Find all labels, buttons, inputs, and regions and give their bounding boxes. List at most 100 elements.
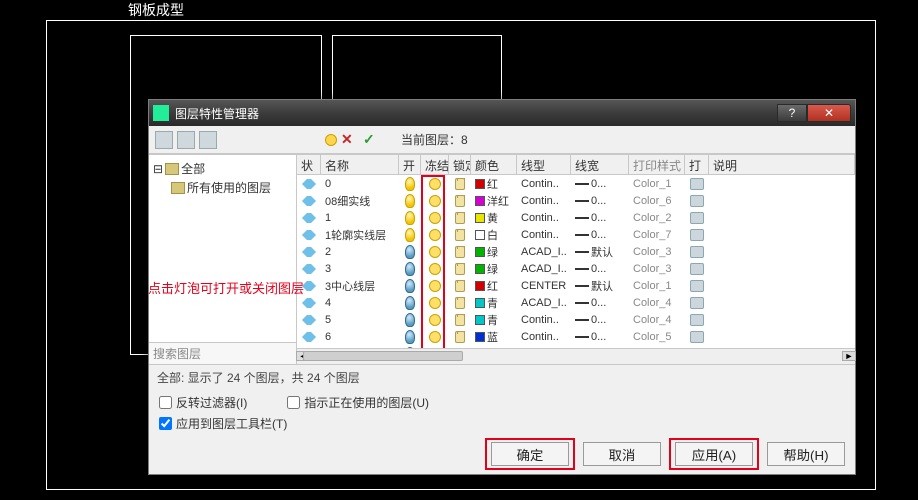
linetype[interactable]: ACAD_I.. (517, 297, 571, 309)
lineweight[interactable]: 0... (571, 314, 629, 326)
table-row[interactable]: 1黄Contin..0...Color_2 (297, 209, 855, 226)
linetype[interactable]: Contin.. (517, 331, 571, 343)
help-button[interactable]: 帮助(H) (767, 442, 845, 466)
col-lineweight[interactable]: 线宽 (571, 155, 629, 174)
titlebar[interactable]: 图层特性管理器 ? ✕ (149, 100, 855, 126)
lineweight[interactable]: 0... (571, 229, 629, 241)
filter-tree[interactable]: ⊟ 全部 所有使用的图层 (149, 155, 296, 342)
indicate-in-use-checkbox[interactable]: 指示正在使用的图层(U) (287, 394, 429, 411)
ok-button[interactable]: 确定 (491, 442, 569, 466)
color-swatch[interactable] (475, 230, 485, 240)
printer-icon[interactable] (690, 178, 704, 190)
table-row[interactable]: 3中心线层红CENTER默认Color_1 (297, 277, 855, 294)
color-swatch[interactable] (475, 281, 485, 291)
table-row[interactable]: 3绿ACAD_I..0...Color_3 (297, 260, 855, 277)
printer-icon[interactable] (690, 195, 704, 207)
lock-icon[interactable] (455, 280, 465, 292)
sun-icon[interactable] (429, 263, 441, 275)
table-row[interactable]: 6蓝Contin..0...Color_5 (297, 328, 855, 345)
tree-child[interactable]: 所有使用的图层 (153, 178, 292, 197)
printer-icon[interactable] (690, 212, 704, 224)
printer-icon[interactable] (690, 263, 704, 275)
table-row[interactable]: 4青ACAD_I..0...Color_4 (297, 294, 855, 311)
lineweight[interactable]: 0... (571, 178, 629, 190)
bulb-icon[interactable] (405, 211, 415, 225)
table-row[interactable]: 0红Contin..0...Color_1 (297, 175, 855, 192)
bulb-icon[interactable] (405, 194, 415, 208)
lock-icon[interactable] (455, 314, 465, 326)
tree-root[interactable]: ⊟ 全部 (153, 159, 292, 178)
bulb-icon[interactable] (405, 228, 415, 242)
sun-icon[interactable] (429, 297, 441, 309)
printer-icon[interactable] (690, 280, 704, 292)
lineweight[interactable]: 默认 (571, 244, 629, 260)
search-input[interactable]: 搜索图层 (149, 342, 296, 364)
cancel-button[interactable]: 取消 (583, 442, 661, 466)
color-swatch[interactable] (475, 179, 485, 189)
color-swatch[interactable] (475, 315, 485, 325)
sun-icon[interactable] (429, 246, 441, 258)
lineweight[interactable]: 0... (571, 331, 629, 343)
grid-header[interactable]: 状 名称 开 冻结 锁定 颜色 线型 线宽 打印样式 打 说明 (297, 155, 855, 175)
states-icon[interactable] (199, 131, 217, 149)
color-swatch[interactable] (475, 298, 485, 308)
col-lock[interactable]: 锁定 (449, 155, 471, 174)
col-linetype[interactable]: 线型 (517, 155, 571, 174)
color-swatch[interactable] (475, 213, 485, 223)
col-on[interactable]: 开 (399, 155, 421, 174)
linetype[interactable]: ACAD_I.. (517, 263, 571, 275)
color-swatch[interactable] (475, 247, 485, 257)
linetype[interactable]: Contin.. (517, 314, 571, 326)
sun-icon[interactable] (429, 314, 441, 326)
bulb-icon[interactable] (405, 279, 415, 293)
bulb-icon[interactable] (405, 330, 415, 344)
col-freeze[interactable]: 冻结 (421, 155, 449, 174)
printer-icon[interactable] (690, 314, 704, 326)
lock-icon[interactable] (455, 212, 465, 224)
close-button[interactable]: ✕ (807, 104, 851, 122)
table-row[interactable]: 1轮廓实线层白Contin..0...Color_7 (297, 226, 855, 243)
lock-icon[interactable] (455, 297, 465, 309)
sun-icon[interactable] (429, 331, 441, 343)
help-button[interactable]: ? (777, 104, 807, 122)
linetype[interactable]: Contin.. (517, 229, 571, 241)
horizontal-scrollbar[interactable]: ◄► (297, 348, 855, 364)
lock-icon[interactable] (455, 331, 465, 343)
apply-toolbar-checkbox[interactable]: 应用到图层工具栏(T) (159, 415, 287, 432)
new-filter-icon[interactable] (155, 131, 173, 149)
lineweight[interactable]: 0... (571, 212, 629, 224)
col-status[interactable]: 状 (297, 155, 321, 174)
linetype[interactable]: Contin.. (517, 212, 571, 224)
linetype[interactable]: Contin.. (517, 178, 571, 190)
table-row[interactable]: 5青Contin..0...Color_4 (297, 311, 855, 328)
table-row[interactable]: 2绿ACAD_I..默认Color_3 (297, 243, 855, 260)
lock-icon[interactable] (455, 178, 465, 190)
col-plot[interactable]: 打 (685, 155, 709, 174)
new-layer-icon[interactable] (325, 134, 337, 146)
lock-icon[interactable] (455, 263, 465, 275)
set-current-icon[interactable]: ✓ (363, 131, 381, 149)
lineweight[interactable]: 0... (571, 195, 629, 207)
col-color[interactable]: 颜色 (471, 155, 517, 174)
color-swatch[interactable] (475, 196, 485, 206)
col-name[interactable]: 名称 (321, 155, 399, 174)
sun-icon[interactable] (429, 178, 441, 190)
bulb-icon[interactable] (405, 177, 415, 191)
linetype[interactable]: Contin.. (517, 195, 571, 207)
new-group-icon[interactable] (177, 131, 195, 149)
lineweight[interactable]: 0... (571, 297, 629, 309)
sun-icon[interactable] (429, 195, 441, 207)
apply-button[interactable]: 应用(A) (675, 442, 753, 466)
lineweight[interactable]: 0... (571, 263, 629, 275)
linetype[interactable]: CENTER (517, 280, 571, 292)
sun-icon[interactable] (429, 229, 441, 241)
col-desc[interactable]: 说明 (709, 155, 855, 174)
lock-icon[interactable] (455, 195, 465, 207)
lock-icon[interactable] (455, 229, 465, 241)
bulb-icon[interactable] (405, 313, 415, 327)
invert-filter-checkbox[interactable]: 反转过滤器(I) (159, 394, 247, 411)
linetype[interactable]: ACAD_I.. (517, 246, 571, 258)
printer-icon[interactable] (690, 297, 704, 309)
delete-layer-icon[interactable]: ✕ (341, 131, 359, 149)
table-row[interactable]: 08细实线洋红Contin..0...Color_6 (297, 192, 855, 209)
